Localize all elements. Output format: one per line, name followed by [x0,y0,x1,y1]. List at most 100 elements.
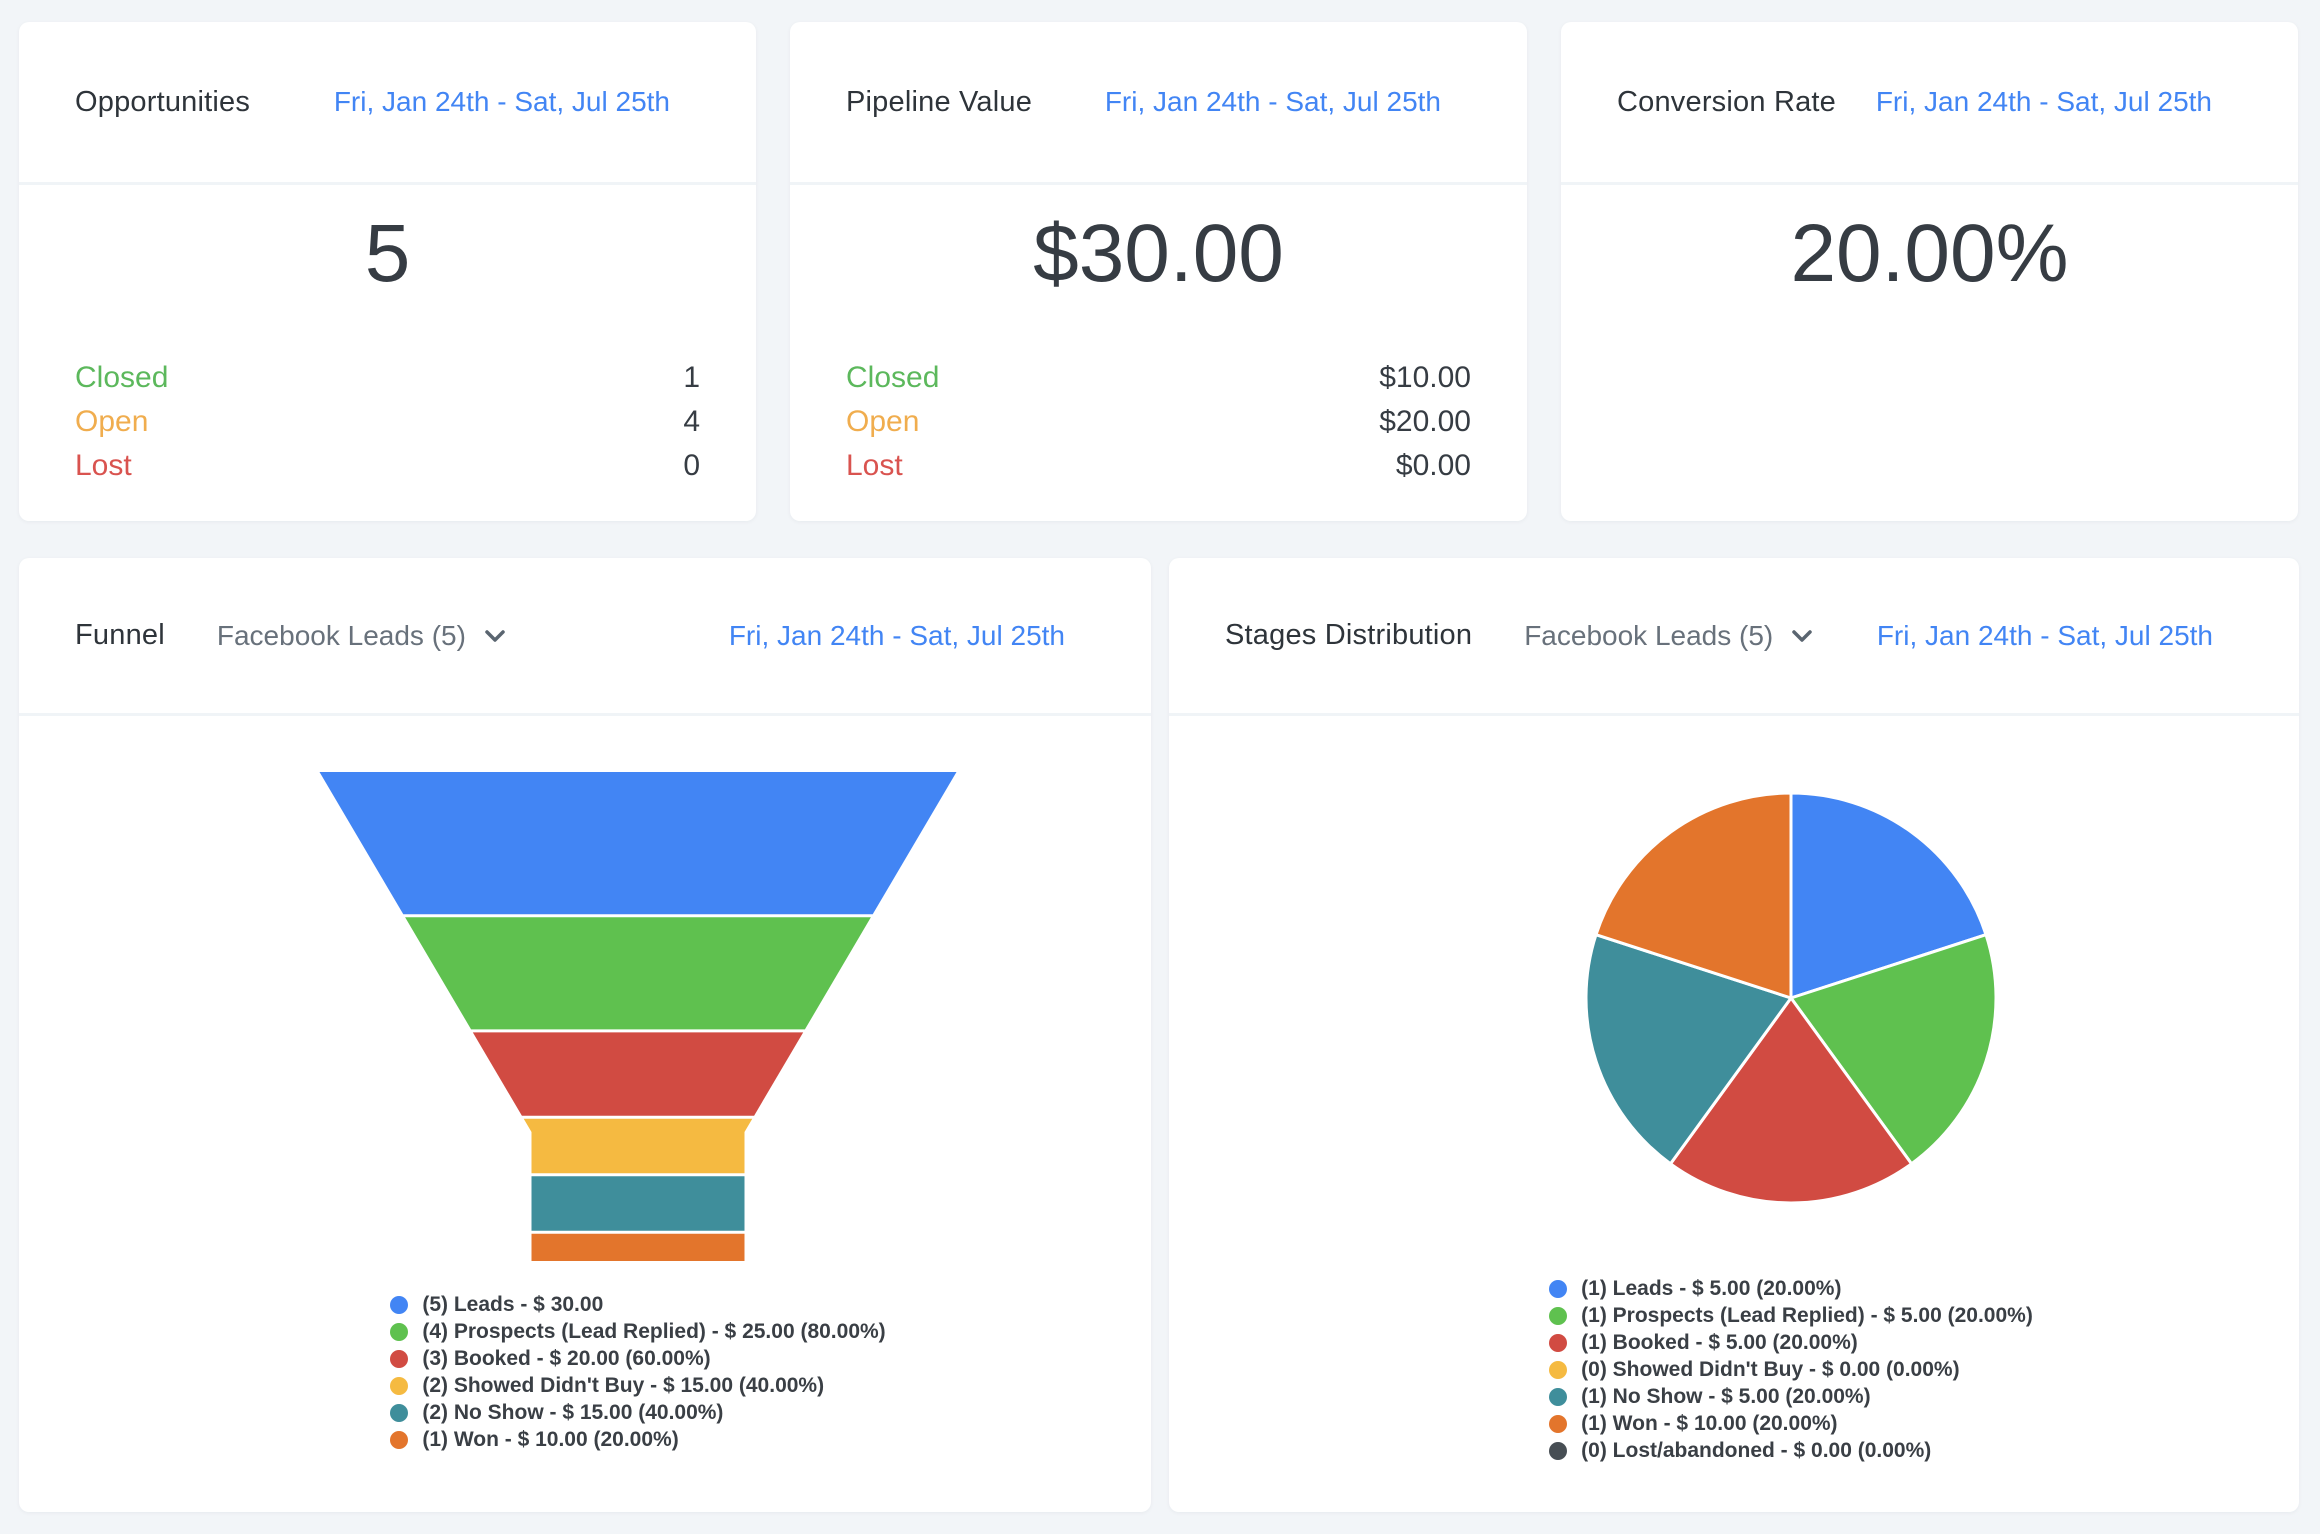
legend-item-0[interactable]: (1) Leads - $ 5.00 (20.00%) [1549,1275,2033,1302]
legend-dot-icon [1549,1388,1567,1406]
legend-item-5[interactable]: (1) Won - $ 10.00 (20.00%) [390,1426,885,1453]
legend-dot-icon [390,1350,408,1368]
legend-label: (0) Lost/abandoned - $ 0.00 (0.00%) [1581,1439,1931,1463]
legend-label: (5) Leads - $ 30.00 [422,1293,603,1317]
stages-distribution-card-header: Stages Distribution Facebook Leads (5) F… [1169,558,2299,716]
stat-row-lost: Lost $0.00 [846,451,1471,481]
opportunities-title: Opportunities [75,86,250,119]
pipeline-value-total: $30.00 [790,213,1527,295]
opportunities-card-header: Opportunities Fri, Jan 24th - Sat, Jul 2… [19,22,756,185]
funnel-segment-4[interactable] [532,1176,745,1231]
open-label: Open [75,407,148,437]
kpi-row: Opportunities Fri, Jan 24th - Sat, Jul 2… [19,22,2298,521]
funnel-card-header: Funnel Facebook Leads (5) Fri, Jan 24th … [19,558,1151,716]
legend-dot-icon [390,1323,408,1341]
open-value: $20.00 [1379,407,1471,437]
conversion-rate-card-header: Conversion Rate Fri, Jan 24th - Sat, Jul… [1561,22,2298,185]
funnel-legend: (5) Leads - $ 30.00 (4) Prospects (Lead R… [390,1291,885,1453]
pipeline-value-card: Pipeline Value Fri, Jan 24th - Sat, Jul … [790,22,1527,521]
stat-row-lost: Lost 0 [75,451,700,481]
chevron-down-icon [484,629,506,643]
closed-label: Closed [75,363,168,393]
legend-item-3[interactable]: (2) Showed Didn't Buy - $ 15.00 (40.00%) [390,1372,885,1399]
conversion-rate-title: Conversion Rate [1617,86,1836,119]
legend-label: (4) Prospects (Lead Replied) - $ 25.00 (… [422,1320,885,1344]
pipeline-selector-label: Facebook Leads (5) [1524,620,1773,652]
legend-item-2[interactable]: (1) Booked - $ 5.00 (20.00%) [1549,1329,2033,1356]
funnel-title: Funnel [75,619,165,652]
legend-item-0[interactable]: (5) Leads - $ 30.00 [390,1291,885,1318]
pipeline-value-card-body: $30.00 Closed $10.00 Open $20.00 Lost $0… [790,185,1527,521]
legend-dot-icon [1549,1307,1567,1325]
legend-label: (1) Leads - $ 5.00 (20.00%) [1581,1277,1841,1301]
legend-item-2[interactable]: (3) Booked - $ 20.00 (60.00%) [390,1345,885,1372]
legend-label: (1) Prospects (Lead Replied) - $ 5.00 (2… [1581,1304,2033,1328]
legend-label: (1) Won - $ 10.00 (20.00%) [1581,1412,1837,1436]
legend-dot-icon [1549,1415,1567,1433]
date-range[interactable]: Fri, Jan 24th - Sat, Jul 25th [729,620,1065,652]
pipeline-selector-label: Facebook Leads (5) [217,620,466,652]
conversion-rate-total: 20.00% [1561,213,2298,295]
stages-distribution-title: Stages Distribution [1225,619,1472,652]
funnel-segment-1[interactable] [405,917,871,1029]
legend-dot-icon [390,1431,408,1449]
closed-value: $10.00 [1379,363,1471,393]
funnel-chart [308,772,968,1261]
closed-value: 1 [683,363,700,393]
legend-dot-icon [390,1296,408,1314]
stages-distribution-card: Stages Distribution Facebook Leads (5) F… [1169,558,2299,1512]
open-value: 4 [683,407,700,437]
opportunities-card: Opportunities Fri, Jan 24th - Sat, Jul 2… [19,22,756,521]
pipeline-value-card-header: Pipeline Value Fri, Jan 24th - Sat, Jul … [790,22,1527,185]
funnel-segment-0[interactable] [320,772,957,914]
legend-item-1[interactable]: (4) Prospects (Lead Replied) - $ 25.00 (… [390,1318,885,1345]
stat-row-open: Open $20.00 [846,407,1471,437]
stages-distribution-card-body: (1) Leads - $ 5.00 (20.00%) (1) Prospects… [1169,716,2299,1512]
date-range[interactable]: Fri, Jan 24th - Sat, Jul 25th [1105,86,1441,118]
pipeline-selector[interactable]: Facebook Leads (5) [1524,620,1813,652]
legend-label: (1) Booked - $ 5.00 (20.00%) [1581,1331,1858,1355]
lost-label: Lost [846,451,903,481]
opportunities-total: 5 [19,213,756,295]
legend-label: (1) Won - $ 10.00 (20.00%) [422,1428,678,1452]
conversion-rate-card-body: 20.00% [1561,185,2298,521]
legend-item-1[interactable]: (1) Prospects (Lead Replied) - $ 5.00 (2… [1549,1302,2033,1329]
legend-item-4[interactable]: (2) No Show - $ 15.00 (40.00%) [390,1399,885,1426]
legend-dot-icon [1549,1280,1567,1298]
legend-dot-icon [1549,1334,1567,1352]
funnel-segment-2[interactable] [473,1032,803,1115]
legend-item-6[interactable]: (0) Lost/abandoned - $ 0.00 (0.00%) [1549,1437,2033,1464]
stages-header-left: Stages Distribution Facebook Leads (5) [1225,619,1813,652]
funnel-card-body: (5) Leads - $ 30.00 (4) Prospects (Lead R… [19,716,1151,1512]
legend-label: (0) Showed Didn't Buy - $ 0.00 (0.00%) [1581,1358,1959,1382]
legend-label: (3) Booked - $ 20.00 (60.00%) [422,1347,710,1371]
closed-label: Closed [846,363,939,393]
date-range[interactable]: Fri, Jan 24th - Sat, Jul 25th [1877,620,2213,652]
lost-label: Lost [75,451,132,481]
opportunities-breakdown: Closed 1 Open 4 Lost 0 [75,363,700,495]
lost-value: 0 [683,451,700,481]
chevron-down-icon [1791,629,1813,643]
legend-dot-icon [1549,1361,1567,1379]
legend-item-5[interactable]: (1) Won - $ 10.00 (20.00%) [1549,1410,2033,1437]
legend-item-3[interactable]: (0) Showed Didn't Buy - $ 0.00 (0.00%) [1549,1356,2033,1383]
conversion-rate-card: Conversion Rate Fri, Jan 24th - Sat, Jul… [1561,22,2298,521]
stages-legend: (1) Leads - $ 5.00 (20.00%) (1) Prospects… [1549,1275,2033,1464]
lost-value: $0.00 [1396,451,1471,481]
stat-row-closed: Closed 1 [75,363,700,393]
charts-row: Funnel Facebook Leads (5) Fri, Jan 24th … [19,558,2298,1512]
funnel-segment-5[interactable] [532,1234,745,1261]
legend-dot-icon [390,1404,408,1422]
legend-label: (2) Showed Didn't Buy - $ 15.00 (40.00%) [422,1374,824,1398]
stat-row-open: Open 4 [75,407,700,437]
pipeline-value-breakdown: Closed $10.00 Open $20.00 Lost $0.00 [846,363,1471,495]
pipeline-value-title: Pipeline Value [846,86,1032,119]
pipeline-selector[interactable]: Facebook Leads (5) [217,620,506,652]
legend-label: (2) No Show - $ 15.00 (40.00%) [422,1401,723,1425]
legend-item-4[interactable]: (1) No Show - $ 5.00 (20.00%) [1549,1383,2033,1410]
funnel-segment-3[interactable] [524,1119,753,1174]
crm-dashboard: Opportunities Fri, Jan 24th - Sat, Jul 2… [0,0,2320,1534]
date-range[interactable]: Fri, Jan 24th - Sat, Jul 25th [334,86,670,118]
funnel-card: Funnel Facebook Leads (5) Fri, Jan 24th … [19,558,1151,1512]
date-range[interactable]: Fri, Jan 24th - Sat, Jul 25th [1876,86,2212,118]
